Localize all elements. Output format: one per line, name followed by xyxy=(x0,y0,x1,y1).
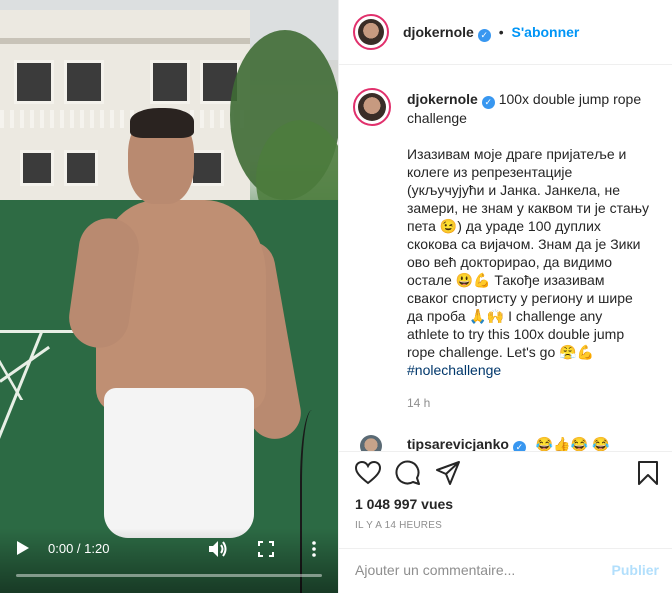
caption-username[interactable]: djokernole xyxy=(407,91,478,107)
comment-preview: tipsarevicjanko ✓ 😂👍😂 😂 xyxy=(355,430,665,451)
caption-line: остале 😃💪 Такође изазивам xyxy=(407,272,605,288)
caption-line: сваког спортисту у региону и шире xyxy=(407,290,633,306)
fullscreen-icon[interactable] xyxy=(258,541,274,557)
comment-input[interactable]: Ajouter un commentaire... xyxy=(355,562,605,578)
play-icon[interactable] xyxy=(16,540,30,556)
caption-line: да проба 🙏🙌 I challenge any xyxy=(407,308,603,324)
video-time: 0:00 / 1:20 xyxy=(48,541,110,556)
caption-line: (укључујући и Јанка. Јанкела, не xyxy=(407,182,620,198)
post-panel: djokernole ✓ • S'abonner djokernole ✓ 100x… xyxy=(338,0,672,593)
follow-button[interactable]: S'abonner xyxy=(511,24,579,40)
caption-line: Изазивам моје драге пријатеље и xyxy=(407,146,627,162)
video-progress-bar[interactable] xyxy=(16,574,322,577)
caption-title-part: 100x double jump rope xyxy=(498,91,642,107)
video-controls xyxy=(0,528,338,593)
caption-title-cont: challenge xyxy=(407,110,467,126)
caption-line: скокова са вијачом. Знам да је Зики xyxy=(407,236,641,252)
comment-username[interactable]: tipsarevicjanko xyxy=(407,436,509,451)
post-actions: 1 048 997 vues IL Y A 14 HEURES Ajouter … xyxy=(339,451,672,593)
post-header: djokernole ✓ • S'abonner xyxy=(339,0,672,65)
add-comment-bar: Ajouter un commentaire... Publier xyxy=(339,548,672,593)
caption-line: athlete to try this 100x double jump xyxy=(407,326,625,342)
caption-timestamp: 14 h xyxy=(407,396,431,410)
comment-avatar[interactable] xyxy=(355,430,387,451)
caption-line: колеге из репрезентације xyxy=(407,164,573,180)
comment-text: 😂👍😂 😂 xyxy=(535,436,610,451)
video-house xyxy=(0,10,250,200)
header-separator: • xyxy=(498,24,504,40)
volume-icon[interactable] xyxy=(208,540,228,558)
heart-icon[interactable] xyxy=(355,460,381,486)
caption-line: пета 😉) да ураде 100 дуплих xyxy=(407,218,601,234)
verified-icon: ✓ xyxy=(512,441,526,451)
posted-ago: IL Y A 14 HEURES xyxy=(355,520,442,531)
view-count[interactable]: 1 048 997 vues xyxy=(355,496,453,512)
hashtag-link[interactable]: #nolechallenge xyxy=(407,362,501,378)
comment-icon[interactable] xyxy=(395,460,421,486)
verified-icon: ✓ xyxy=(481,96,495,109)
caption-area: djokernole ✓ 100x double jump rope challe… xyxy=(339,66,672,451)
bookmark-icon[interactable] xyxy=(635,460,661,486)
video-player[interactable]: 0:00 / 1:20 xyxy=(0,0,338,593)
caption-line: rope challenge. Let's go 😤💪 xyxy=(407,344,594,360)
caption-avatar[interactable] xyxy=(353,88,391,126)
caption-line: замери, не знам у каквом ти је стању xyxy=(407,200,649,216)
more-vertical-icon[interactable] xyxy=(310,540,318,558)
post-caption: djokernole ✓ 100x double jump rope challe… xyxy=(407,90,659,379)
header-username[interactable]: djokernole xyxy=(403,24,474,40)
verified-icon: ✓ xyxy=(477,29,491,42)
avatar[interactable] xyxy=(353,14,389,50)
caption-line: ово већ докторирао, да видимо xyxy=(407,254,613,270)
share-icon[interactable] xyxy=(435,460,461,486)
publish-button[interactable]: Publier xyxy=(612,562,659,578)
